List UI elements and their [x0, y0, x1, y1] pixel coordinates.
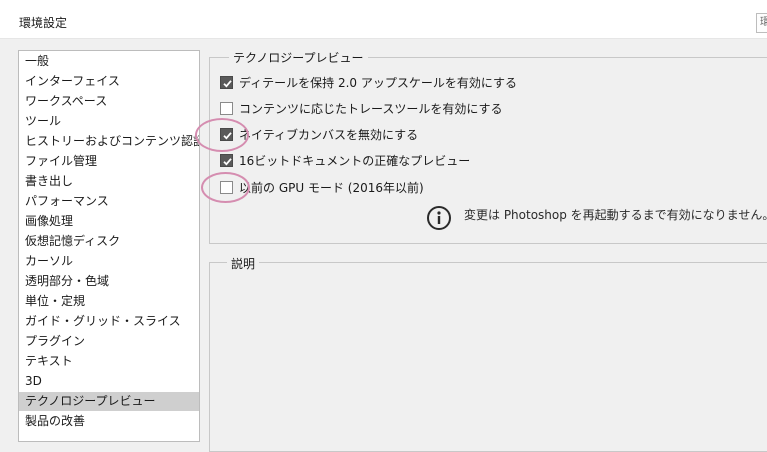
checkbox-16bit-accurate-preview[interactable]	[220, 154, 233, 167]
window-title: 環境設定	[19, 16, 68, 30]
sidebar-item-file-handling[interactable]: ファイル管理	[19, 152, 199, 171]
description-group	[209, 262, 767, 452]
sidebar-item-product-improvement[interactable]: 製品の改善	[19, 412, 199, 431]
sidebar-item-plugins[interactable]: プラグイン	[19, 332, 199, 351]
info-circle-icon	[427, 206, 451, 230]
sidebar-item-type[interactable]: テキスト	[19, 352, 199, 371]
option-label: ディテールを保持 2.0 アップスケールを有効にする	[239, 76, 517, 90]
sidebar-item-image-processing[interactable]: 画像処理	[19, 212, 199, 231]
restart-notice-text: 変更は Photoshop を再起動するまで有効になりません。	[464, 208, 767, 222]
option-label: コンテンツに応じたトレースツールを有効にする	[239, 102, 503, 116]
checkbox-content-aware-trace-tool[interactable]	[220, 102, 233, 115]
option-label: 以前の GPU モード (2016年以前)	[239, 181, 424, 195]
annotation-circle-native-canvas	[195, 118, 249, 152]
title-bar: 環境設定 環	[0, 0, 767, 39]
sidebar-item-units-rulers[interactable]: 単位・定規	[19, 292, 199, 311]
technology-previews-heading: テクノロジープレビュー	[229, 49, 368, 66]
sidebar-item-3d[interactable]: 3D	[19, 372, 199, 391]
sidebar-item-technology-previews[interactable]: テクノロジープレビュー	[19, 392, 199, 411]
checkmark-icon	[223, 158, 232, 166]
checkbox-preserve-details-upscale[interactable]	[220, 76, 233, 89]
sidebar-item-scratch-disks[interactable]: 仮想記憶ディスク	[19, 232, 199, 251]
description-heading: 説明	[227, 255, 260, 272]
sidebar-item-export[interactable]: 書き出し	[19, 172, 199, 191]
sidebar-item-guides-grid-slices[interactable]: ガイド・グリッド・スライス	[19, 312, 199, 331]
sidebar-item-interface[interactable]: インターフェイス	[19, 72, 199, 91]
option-label: ネイティブカンバスを無効にする	[239, 128, 419, 142]
preferences-category-list[interactable]: 一般 インターフェイス ワークスペース ツール ヒストリーおよびコンテンツ認証情…	[18, 50, 200, 442]
sidebar-item-history-content-credentials[interactable]: ヒストリーおよびコンテンツ認証情報	[19, 132, 199, 151]
option-label: 16ビットドキュメントの正確なプレビュー	[239, 154, 471, 168]
checkmark-icon	[223, 80, 232, 88]
annotation-circle-legacy-gpu	[201, 172, 250, 203]
sidebar-item-workspace[interactable]: ワークスペース	[19, 92, 199, 111]
sidebar-item-transparency-gamut[interactable]: 透明部分・色域	[19, 272, 199, 291]
sidebar-item-tools[interactable]: ツール	[19, 112, 199, 131]
sidebar-item-cursors[interactable]: カーソル	[19, 252, 199, 271]
sidebar-item-general[interactable]: 一般	[19, 52, 199, 71]
sidebar-item-performance[interactable]: パフォーマンス	[19, 192, 199, 211]
title-bar-button[interactable]: 環	[756, 13, 767, 33]
